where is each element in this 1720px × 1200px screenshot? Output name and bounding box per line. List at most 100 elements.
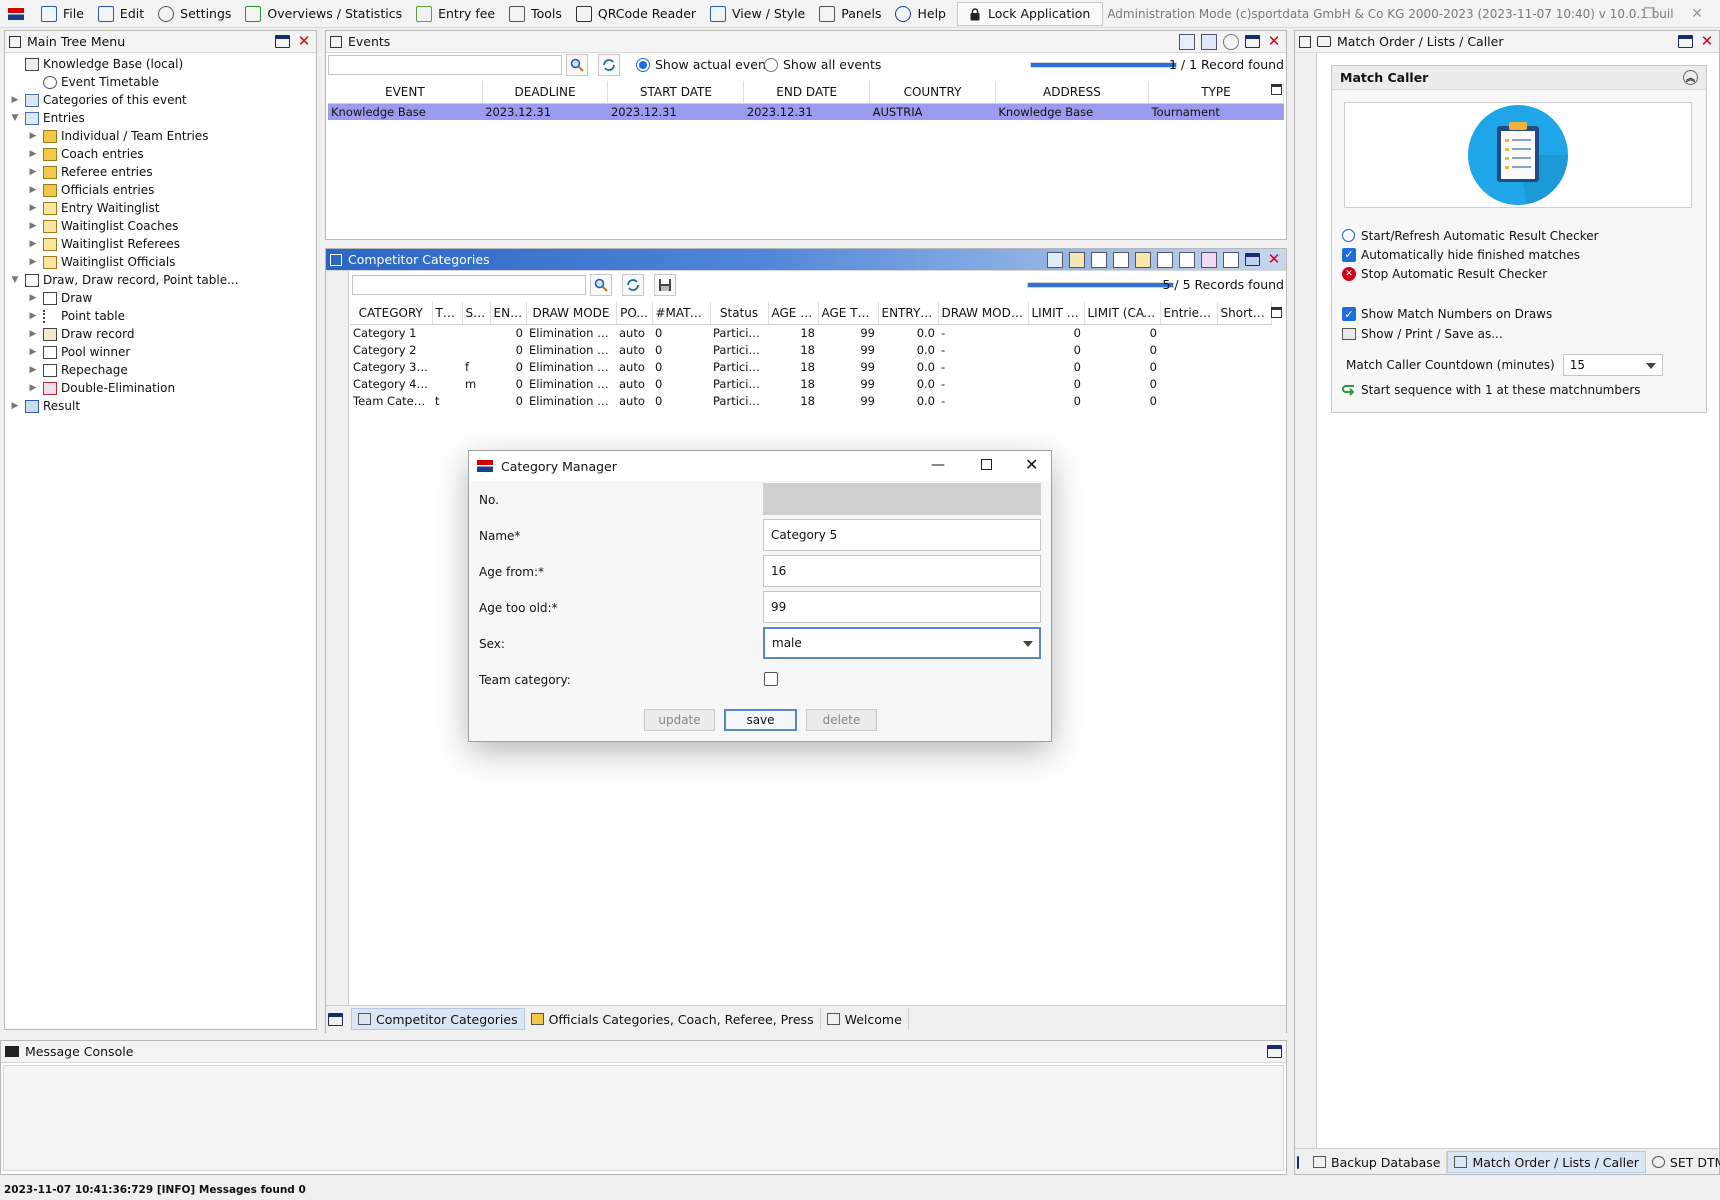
collapse-arrow-icon[interactable]: ▼ (9, 112, 21, 124)
categories-table-row[interactable]: Team Categ... t 0 Elimination (K... auto 0 Par… (350, 392, 1271, 409)
categories-col-short[interactable]: Short ... (1217, 302, 1272, 325)
categories-col-limit-cat[interactable]: LIMIT (CAT... (1084, 302, 1161, 325)
events-col-address[interactable]: ADDRESS (995, 81, 1150, 104)
countdown-select[interactable]: 15 (1562, 354, 1663, 376)
maximize-panel-icon[interactable] (1678, 35, 1693, 48)
categories-col-age-to[interactable]: AGE TO... (818, 302, 879, 325)
maximize-panel-icon[interactable] (1245, 35, 1260, 48)
expand-arrow-icon[interactable]: ▶ (27, 382, 39, 394)
list-icon[interactable] (1113, 252, 1129, 268)
edit-event-icon[interactable] (1179, 34, 1195, 50)
tab-welcome[interactable]: Welcome (821, 1008, 909, 1030)
categories-refresh-button[interactable] (622, 274, 644, 296)
categories-col-ent[interactable]: ENT... (490, 302, 527, 325)
picture-icon[interactable] (1201, 252, 1217, 268)
show-print-save-button[interactable]: Show / Print / Save as... (1342, 327, 1503, 341)
events-col-deadline[interactable]: DEADLINE (482, 81, 609, 104)
maximize-panel-icon[interactable] (328, 1013, 343, 1026)
age-from-input[interactable]: 16 (763, 555, 1041, 587)
menu-qrcode-reader[interactable]: QRCode Reader (569, 0, 703, 28)
events-refresh-button[interactable] (598, 54, 620, 76)
expand-arrow-icon[interactable]: ▶ (27, 328, 39, 340)
tree-item-entry-waitinglist[interactable]: ▶ Entry Waitinglist (9, 199, 316, 217)
categories-table-row[interactable]: Category 1 0 Elimination (K... auto 0 Partici… (350, 324, 1271, 341)
categories-table-row[interactable]: Category 2 0 Elimination (K... auto 0 Partici… (350, 341, 1271, 358)
categories-col-status[interactable]: Status (710, 302, 769, 325)
grid-icon[interactable] (1223, 252, 1239, 268)
events-col-type[interactable]: TYPE (1148, 81, 1284, 104)
categories-col-category[interactable]: CATEGORY (350, 302, 433, 325)
expand-arrow-icon[interactable]: ▶ (27, 202, 39, 214)
tree-item-referee-entries[interactable]: ▶ Referee entries (9, 163, 316, 181)
menu-file[interactable]: File (34, 0, 91, 28)
expand-arrow-icon[interactable]: ▶ (27, 256, 39, 268)
events-search-button[interactable] (566, 54, 588, 76)
categories-col-te[interactable]: TE... (432, 302, 463, 325)
automatically-hide-finished-matches-checkbox[interactable]: ✓ Automatically hide finished matches (1342, 245, 1599, 264)
tree-item-draw[interactable]: ▶ Draw (9, 289, 316, 307)
delete-button[interactable]: delete (806, 709, 877, 731)
categories-col-sex[interactable]: SEX (462, 302, 491, 325)
expand-arrow-icon[interactable]: ▶ (27, 364, 39, 376)
tree-item-double-elimination[interactable]: ▶ Double-Elimination (9, 379, 316, 397)
expand-arrow-icon[interactable]: ▶ (9, 400, 21, 412)
form-icon[interactable] (1091, 252, 1107, 268)
events-table-row[interactable]: Knowledge Base 2023.12.31 2023.12.31 2023.1… (328, 103, 1284, 120)
table-icon[interactable] (1157, 252, 1173, 268)
expand-arrow-icon[interactable]: ▶ (27, 220, 39, 232)
tree-item-waitinglist-officials[interactable]: ▶ Waitinglist Officials (9, 253, 316, 271)
events-col-country[interactable]: COUNTRY (869, 81, 996, 104)
edit-icon[interactable] (1135, 252, 1151, 268)
restore-window-button[interactable]: ❐ (1626, 0, 1672, 28)
tree-item-event-timetable[interactable]: Event Timetable (9, 73, 316, 91)
tree-item-draw-record[interactable]: ▶ Draw record (9, 325, 316, 343)
categories-search-button[interactable] (590, 274, 612, 296)
collapse-icon[interactable]: ︽ (1683, 70, 1698, 85)
expand-arrow-icon[interactable]: ▶ (27, 292, 39, 304)
categories-col-draw-mode[interactable]: DRAW MODE... (938, 302, 1029, 325)
save-button[interactable]: save (724, 709, 797, 731)
categories-col-entries[interactable]: Entries ... (1160, 302, 1218, 325)
menu-settings[interactable]: Settings (151, 0, 238, 28)
tree-item-individual-team-entries[interactable]: ▶ Individual / Team Entries (9, 127, 316, 145)
stop-automatic-result-checker-button[interactable]: ✕ Stop Automatic Result Checker (1342, 264, 1599, 283)
rows-icon[interactable] (1179, 252, 1195, 268)
minimize-dialog-button[interactable]: — (931, 457, 945, 473)
tree-item-draw-draw-record-point-table[interactable]: ▼ Draw, Draw record, Point table... (9, 271, 316, 289)
tab-competitor-categories[interactable]: Competitor Categories (351, 1008, 525, 1030)
tab-backup-database[interactable]: Backup Database (1307, 1151, 1448, 1173)
close-panel-icon[interactable]: ✕ (1699, 34, 1715, 50)
close-panel-icon[interactable]: ✕ (1266, 34, 1282, 50)
tree-item-result[interactable]: ▶ Result (9, 397, 316, 415)
expand-arrow-icon[interactable]: ▶ (27, 238, 39, 250)
categories-col-po[interactable]: PO... (616, 302, 653, 325)
maximize-dialog-button[interactable] (981, 459, 992, 470)
menu-edit[interactable]: Edit (91, 0, 151, 28)
menu-view-style[interactable]: View / Style (703, 0, 812, 28)
categories-search-input[interactable] (352, 275, 586, 295)
open-folder-icon[interactable] (1201, 34, 1217, 50)
tab-match-order-lists-caller[interactable]: Match Order / Lists / Caller (1447, 1151, 1646, 1173)
tree-item-waitinglist-referees[interactable]: ▶ Waitinglist Referees (9, 235, 316, 253)
categories-table-row[interactable]: Category 4 ... m 0 Elimination (K... auto 0 Pa… (350, 375, 1271, 392)
name-input[interactable]: Category 5 (763, 519, 1041, 551)
sex-select[interactable]: male (763, 627, 1041, 659)
tree-item-point-table[interactable]: ▶ Point table (9, 307, 316, 325)
tree-item-coach-entries[interactable]: ▶ Coach entries (9, 145, 316, 163)
menu-tools[interactable]: Tools (502, 0, 569, 28)
start-refresh-automatic-result-checker-button[interactable]: Start/Refresh Automatic Result Checker (1342, 226, 1599, 245)
show-actual-events-radio[interactable]: Show actual events (636, 57, 777, 72)
menu-help[interactable]: Help (888, 0, 953, 28)
tab-set-dtm[interactable]: SET DTM (1646, 1151, 1720, 1173)
collapse-arrow-icon[interactable]: ▼ (9, 274, 21, 286)
close-panel-icon[interactable]: ✕ (296, 34, 312, 50)
tree-item-pool-winner[interactable]: ▶ Pool winner (9, 343, 316, 361)
history-icon[interactable] (1223, 34, 1239, 50)
expand-arrow-icon[interactable]: ▶ (27, 148, 39, 160)
maximize-panel-icon[interactable] (1297, 1156, 1299, 1169)
categories-col-age-f[interactable]: AGE F... (768, 302, 819, 325)
lock-application-button[interactable]: Lock Application (956, 1, 1104, 26)
update-button[interactable]: update (644, 709, 715, 731)
tree-item-categories-of-this-event[interactable]: ▶ Categories of this event (9, 91, 316, 109)
events-search-input[interactable] (328, 55, 562, 75)
